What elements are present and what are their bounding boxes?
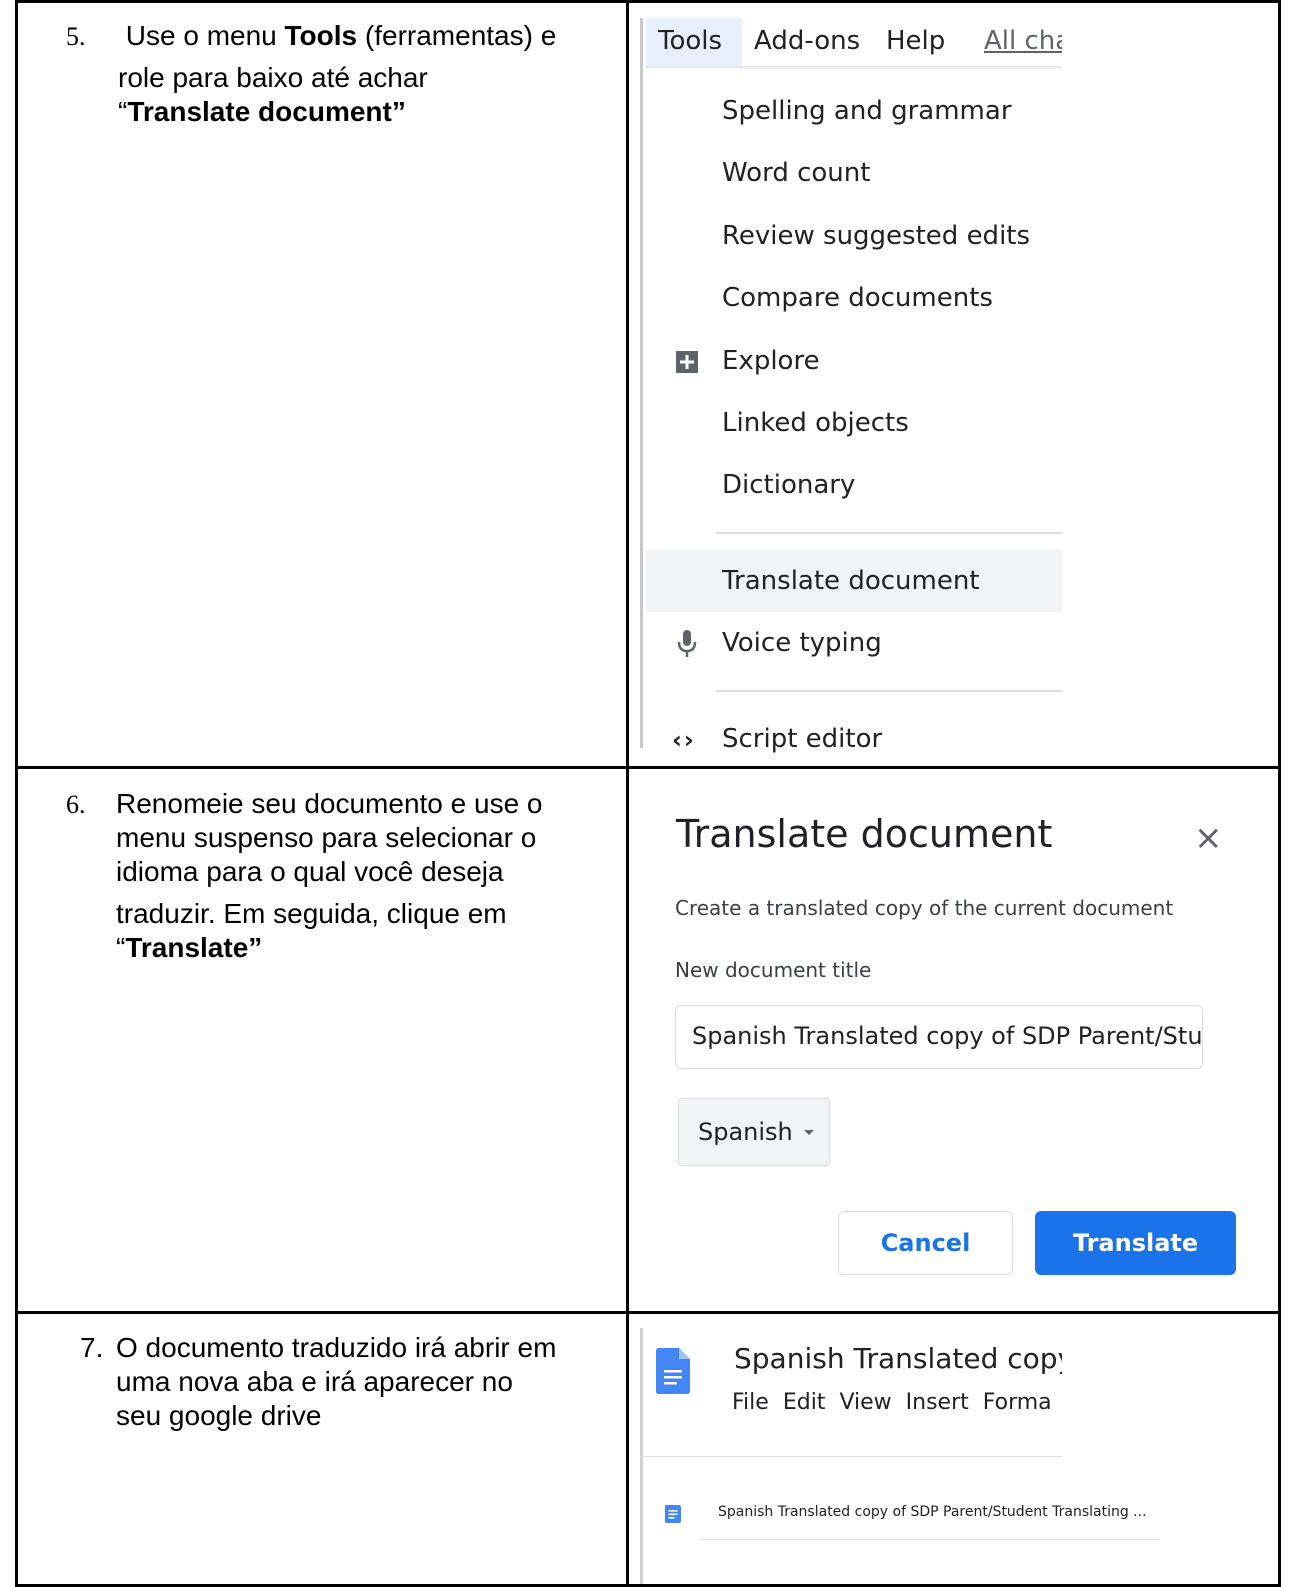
table-border-row1 — [15, 766, 1281, 769]
instruction-table: 5. Use o menu Tools (ferramentas) e role… — [0, 0, 1296, 1587]
menu-item-compare[interactable]: Compare documents — [722, 283, 993, 313]
explore-icon — [676, 351, 698, 373]
step-text: (ferramentas) e — [357, 20, 557, 51]
menu-file[interactable]: File — [732, 1390, 769, 1415]
divider — [700, 1539, 1160, 1540]
doc-file-icon — [665, 1505, 681, 1523]
menu-item-review-edits[interactable]: Review suggested edits — [722, 221, 1030, 251]
table-border-top — [15, 0, 1281, 3]
step-text: O documento traduzido irá abrir em — [116, 1332, 557, 1363]
menu-addons[interactable]: Add-ons — [754, 26, 860, 56]
step-text: uma nova aba e irá aparecer no — [116, 1366, 513, 1397]
code-brackets-icon: ‹› — [672, 726, 696, 754]
translate-button[interactable]: Translate — [1035, 1211, 1236, 1275]
menubar: Tools Add-ons Help All cha — [646, 18, 1062, 66]
menu-item-spelling[interactable]: Spelling and grammar — [722, 96, 1012, 126]
menu-separator — [716, 532, 1062, 534]
menu-item-script-editor[interactable]: Script editor — [722, 724, 882, 754]
dropdown-arrow-icon — [804, 1130, 814, 1135]
menu-help[interactable]: Help — [886, 26, 945, 56]
dialog-title: Translate document — [676, 812, 1053, 856]
table-border-right — [1278, 0, 1281, 1587]
menu-view[interactable]: View — [839, 1390, 891, 1415]
table-border-row2 — [15, 1311, 1281, 1314]
doc-title[interactable]: Spanish Translated copy c — [734, 1342, 1062, 1375]
screenshot-edge — [640, 18, 643, 748]
document-title-input[interactable]: Spanish Translated copy of SDP Parent/St… — [675, 1005, 1203, 1069]
microphone-icon — [677, 630, 697, 657]
menu-item-linked-objects[interactable]: Linked objects — [722, 408, 909, 438]
table-border-middle — [626, 0, 629, 1587]
drive-item-name: Spanish Translated copy of SDP Parent/St… — [718, 1504, 1147, 1520]
docs-menubar: File Edit View Insert Forma — [732, 1390, 1062, 1415]
step-text: idioma para o qual você deseja — [116, 856, 504, 887]
language-value: Spanish — [698, 1118, 793, 1146]
menu-item-dictionary[interactable]: Dictionary — [722, 470, 855, 500]
tools-bold-label: Tools — [284, 20, 358, 51]
step-text: menu suspenso para selecionar o — [116, 822, 537, 853]
menu-item-explore[interactable]: Explore — [722, 346, 820, 376]
field-label: New document title — [675, 958, 872, 982]
step-number: 6. — [66, 790, 86, 819]
menu-shadow — [646, 66, 1062, 70]
document-title-value: Spanish Translated copy of SDP Parent/St… — [692, 1022, 1203, 1050]
menu-format[interactable]: Forma — [983, 1390, 1052, 1415]
menu-separator — [716, 690, 1062, 692]
menu-all-changes[interactable]: All cha — [984, 26, 1062, 56]
menu-item-word-count[interactable]: Word count — [722, 158, 870, 188]
quote-mark: “ — [116, 932, 126, 963]
google-docs-icon[interactable] — [656, 1348, 690, 1394]
menu-insert[interactable]: Insert — [906, 1390, 969, 1415]
menu-tools[interactable]: Tools — [658, 26, 722, 56]
menu-edit[interactable]: Edit — [783, 1390, 826, 1415]
menu-item-translate-document[interactable]: Translate document — [722, 566, 980, 596]
cancel-button[interactable]: Cancel — [838, 1211, 1013, 1275]
quote-mark: “ — [118, 96, 128, 127]
dialog-subtitle: Create a translated copy of the current … — [675, 896, 1174, 920]
step-text: seu google drive — [116, 1400, 322, 1431]
step-text: traduzir. Em seguida, clique em — [116, 898, 507, 929]
step-text: role para baixo até achar — [118, 62, 428, 93]
step-number: 5. — [66, 22, 86, 51]
translate-document-bold-label: Translate document” — [127, 96, 406, 127]
table-border-left — [15, 0, 18, 1587]
language-select[interactable]: Spanish — [678, 1098, 830, 1166]
step-text: Use o menu — [118, 20, 285, 51]
close-icon[interactable]: × — [1194, 818, 1223, 858]
step-number: 7. — [80, 1332, 104, 1363]
menu-item-voice-typing[interactable]: Voice typing — [722, 628, 882, 658]
step-text: Renomeie seu documento e use o — [116, 788, 543, 819]
translate-bold-label: Translate” — [125, 932, 263, 963]
divider — [640, 1456, 1062, 1457]
